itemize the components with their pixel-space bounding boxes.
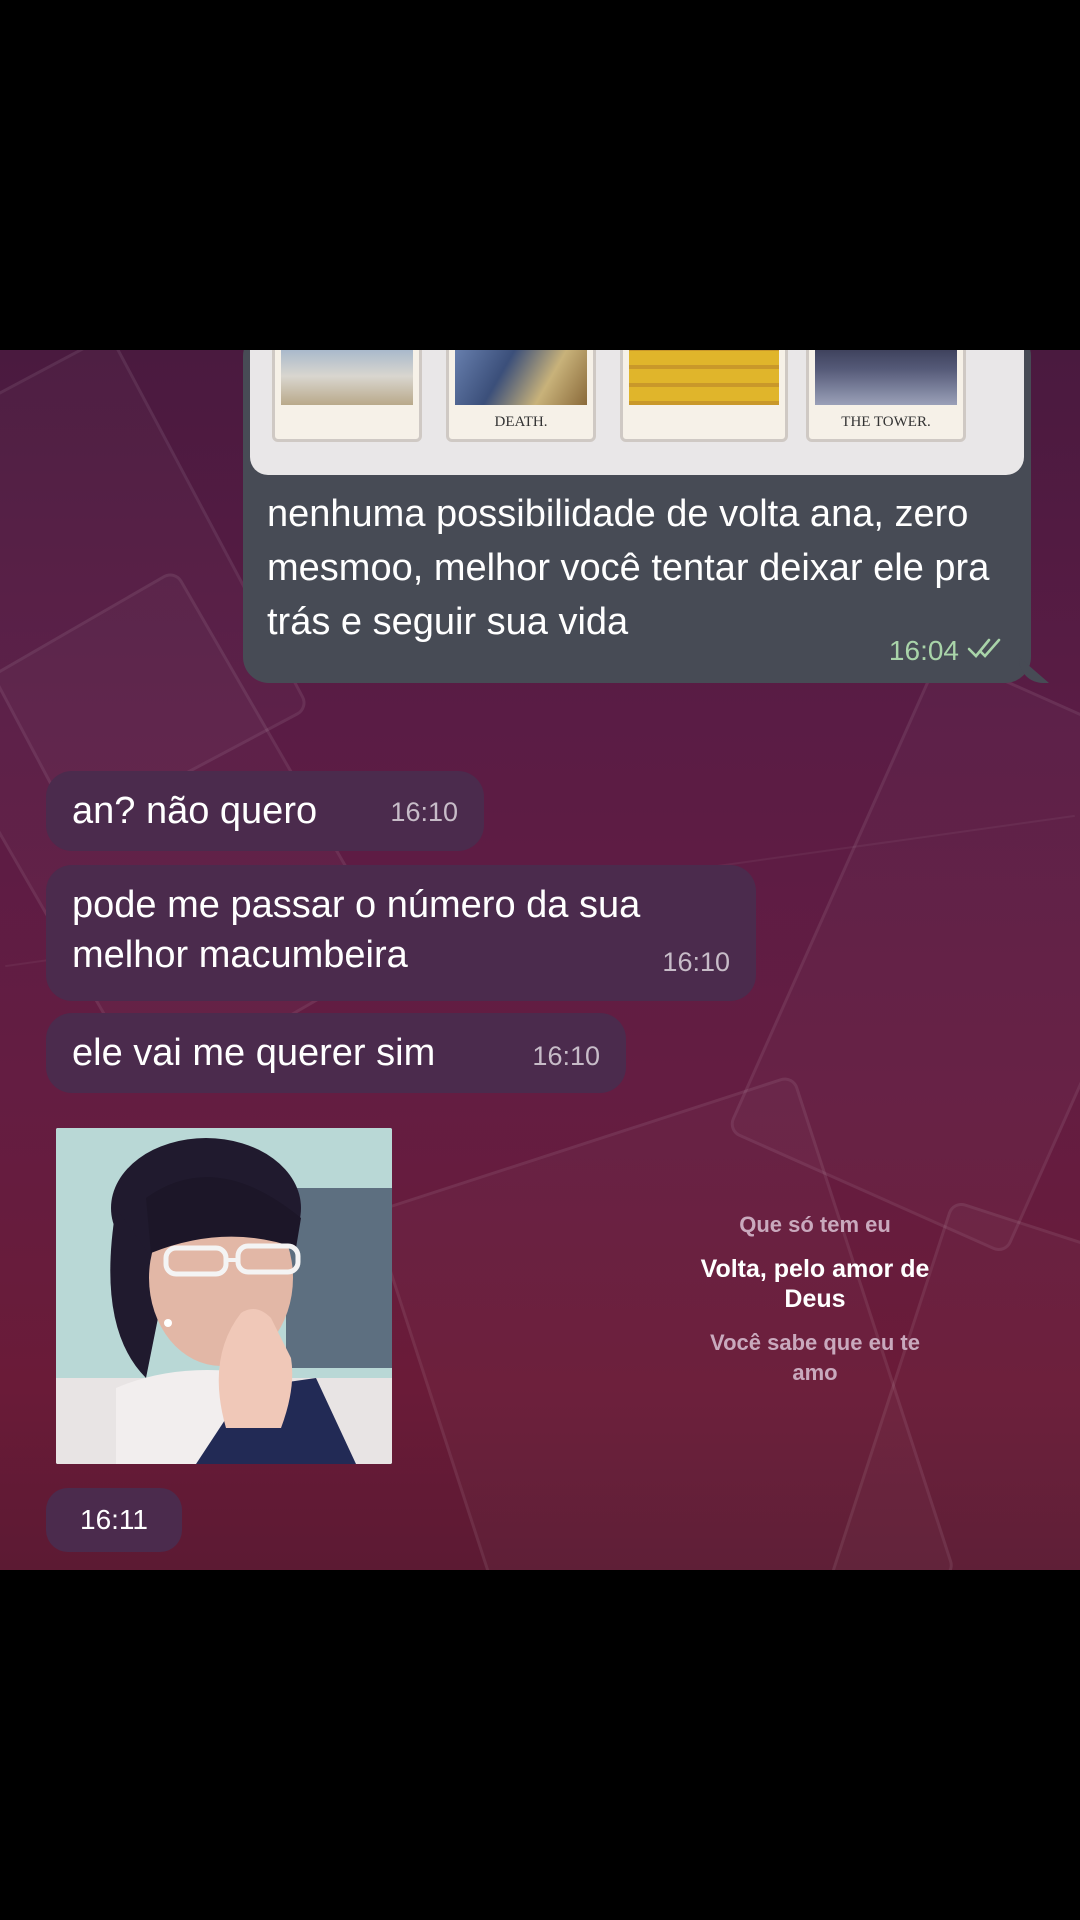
lyric-line-current: Volta, pelo amor de Deus: [700, 1255, 930, 1313]
double-check-icon: [967, 635, 1005, 667]
message-time: 16:04: [888, 635, 959, 666]
message-time: 16:10: [662, 947, 730, 977]
message-time: 16:10: [390, 797, 458, 827]
tarot-cards-photo[interactable]: DEATH. THE TOWER.: [250, 350, 1024, 475]
tarot-card-death: DEATH.: [446, 350, 596, 442]
tarot-label-tower: THE TOWER.: [841, 414, 931, 430]
message-time: 16:11: [80, 1504, 148, 1535]
story-lyrics-overlay: Que só tem eu Volta, pelo amor de Deus V…: [660, 1210, 970, 1388]
tarot-card: [620, 350, 788, 442]
bubble-tail: [1019, 657, 1049, 683]
tarot-card-tower: THE TOWER.: [806, 350, 966, 442]
incoming-message[interactable]: ele vai me querer sim 16:10: [46, 1013, 626, 1093]
photo-message-time: 16:11: [46, 1488, 182, 1552]
incoming-message-text: an? não quero: [72, 790, 318, 832]
incoming-message-text: pode me passar o número da sua melhor ma…: [72, 884, 641, 976]
message-time: 16:10: [532, 1041, 600, 1071]
person-photo-illustration: [56, 1128, 392, 1464]
incoming-message[interactable]: an? não quero 16:10: [46, 771, 484, 851]
lyric-line: Você sabe que eu te amo: [710, 1330, 920, 1385]
outgoing-message[interactable]: DEATH. THE TOWER. nenhuma possibilidade …: [243, 350, 1049, 683]
outgoing-message-text: nenhuma possibilidade de volta ana, zero…: [267, 493, 990, 643]
chat-area: DEATH. THE TOWER. nenhuma possibilidade …: [0, 350, 1080, 1570]
incoming-message[interactable]: pode me passar o número da sua melhor ma…: [46, 865, 756, 1001]
incoming-photo[interactable]: [56, 1128, 392, 1464]
tarot-label-death: DEATH.: [494, 414, 548, 430]
incoming-message-text: ele vai me querer sim: [72, 1032, 436, 1074]
outgoing-message-meta: 16:04: [889, 635, 1005, 667]
tarot-card: [272, 350, 422, 442]
lyric-line: Que só tem eu: [739, 1212, 891, 1237]
